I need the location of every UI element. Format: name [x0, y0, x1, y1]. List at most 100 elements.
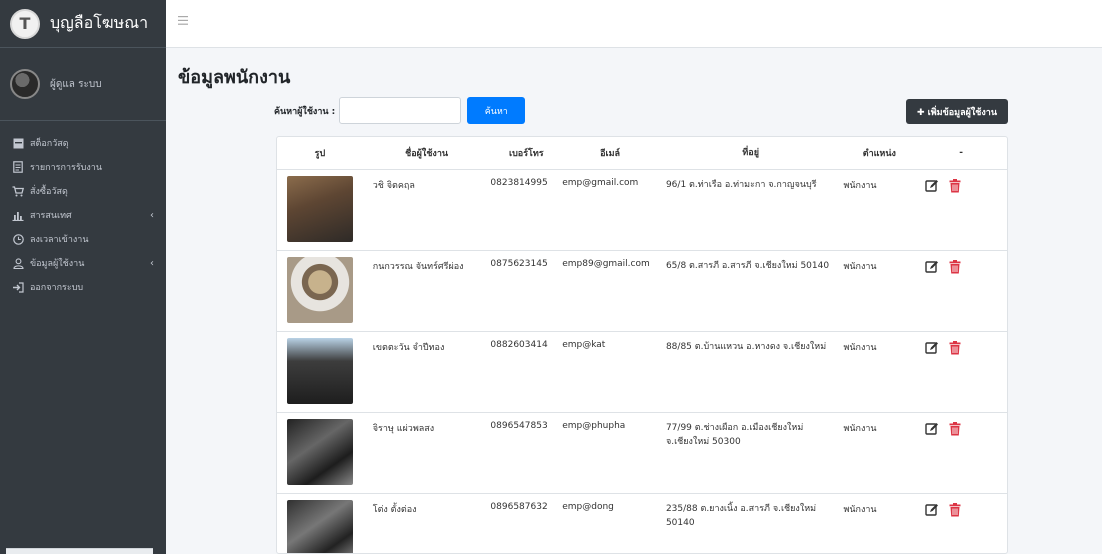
- employee-email: emp@kat: [562, 340, 606, 350]
- edit-icon[interactable]: [925, 502, 939, 520]
- chart-icon: [12, 209, 24, 221]
- table-row: เขตตะวัน จำปีทอง 0882603414 emp@kat 88/8…: [277, 332, 1007, 413]
- employee-email: emp89@gmail.com: [562, 259, 650, 269]
- employee-photo-cell: [277, 413, 363, 493]
- employee-photo-cell: [277, 170, 363, 250]
- employee-address: 96/1 ต.ท่าเรือ อ.ท่ามะกา จ.กาญจนบุรี: [665, 180, 817, 190]
- employee-email: emp@phupha: [562, 421, 626, 431]
- trash-icon[interactable]: [939, 178, 961, 196]
- employee-photo-cell: [277, 251, 363, 331]
- box-icon: [12, 137, 24, 149]
- employee-email: emp@gmail.com: [562, 178, 639, 188]
- employee-position: พนักงาน: [843, 424, 877, 434]
- user-icon: [12, 257, 24, 269]
- employee-position: พนักงาน: [843, 181, 877, 191]
- column-header-name: ชื่อผู้ใช้งาน: [405, 149, 449, 159]
- sidebar-item-label: รายการการรับงาน: [30, 163, 102, 173]
- employee-name: วชิ จิตคฤล: [372, 181, 415, 191]
- table-row: โต่ง ตั้งต่อง 0896587632 emp@dong 235/88…: [277, 494, 1007, 553]
- search-button[interactable]: ค้นหา: [467, 97, 526, 124]
- sidebar-item-label: สต็อกวัสดุ: [30, 139, 69, 149]
- user-name: ผู้ดูแล ระบบ: [50, 78, 102, 90]
- document-icon: [12, 161, 24, 173]
- row-actions: [915, 170, 1007, 250]
- employee-email: emp@dong: [562, 502, 614, 512]
- sidebar-item-users[interactable]: ข้อมูลผู้ใช้งาน ‹: [0, 251, 166, 275]
- employee-photo-cell: [277, 494, 363, 553]
- page-title: ข้อมูลพนักงาน: [178, 67, 291, 88]
- sidebar-scrollbar[interactable]: [6, 548, 153, 554]
- sidebar-item-jobs[interactable]: รายการการรับงาน: [0, 155, 166, 179]
- sidebar-item-label: ออกจากระบบ: [30, 283, 84, 293]
- edit-icon[interactable]: [925, 340, 939, 358]
- hamburger-menu-icon[interactable]: [178, 13, 188, 29]
- avatar: [10, 69, 40, 99]
- employee-photo-cell: [277, 332, 363, 412]
- sidebar: T บุญลือโฆษณา ผู้ดูแล ระบบ สต็อกวัสดุ รา…: [0, 0, 166, 554]
- employee-address: 88/85 ต.บ้านแหวน อ.หางดง จ.เชียงใหม่: [665, 342, 827, 352]
- trash-icon[interactable]: [939, 502, 961, 520]
- sidebar-item-label: สารสนเทศ: [30, 211, 72, 221]
- sidebar-item-clockin[interactable]: ลงเวลาเข้างาน: [0, 227, 166, 251]
- employee-photo: [286, 257, 353, 323]
- employee-photo: [286, 338, 353, 404]
- cart-icon: [12, 185, 24, 197]
- employee-name: โต่ง ตั้งต่อง: [372, 505, 417, 515]
- search-label: ค้นหาผู้ใช้งาน :: [274, 106, 336, 117]
- sidebar-nav: สต็อกวัสดุ รายการการรับงาน สั่งซื้อวัสดุ…: [0, 131, 166, 299]
- edit-icon[interactable]: [925, 421, 939, 439]
- employee-phone: 0896587632: [490, 502, 548, 512]
- chevron-left-icon: ‹: [150, 209, 154, 221]
- column-header-phone: เบอร์โทร: [509, 149, 544, 159]
- sidebar-item-info[interactable]: สารสนเทศ ‹: [0, 203, 166, 227]
- employee-phone: 0875623145: [490, 259, 548, 269]
- sidebar-item-order[interactable]: สั่งซื้อวัสดุ: [0, 179, 166, 203]
- clock-icon: [12, 233, 24, 245]
- column-header-position: ตำแหน่ง: [862, 149, 896, 159]
- employee-photo: [286, 176, 353, 242]
- employee-position: พนักงาน: [843, 505, 877, 515]
- row-actions: [915, 413, 1007, 493]
- sidebar-item-logout[interactable]: ออกจากระบบ: [0, 275, 166, 299]
- sidebar-item-label: สั่งซื้อวัสดุ: [30, 187, 68, 197]
- employee-address: 235/88 ต.ยางเนิ้ง อ.สารภี จ.เชียงใหม่ 50…: [665, 504, 817, 528]
- column-header-photo: รูป: [314, 149, 326, 159]
- employee-photo: [286, 500, 353, 553]
- employee-phone: 0823814995: [490, 178, 548, 188]
- table-header: รูป ชื่อผู้ใช้งาน เบอร์โทร อีเมล์ ที่อยู…: [277, 137, 1007, 170]
- employee-photo: [286, 419, 353, 485]
- brand-title: บุญลือโฆษณา: [50, 13, 149, 32]
- column-header-actions: -: [959, 148, 963, 158]
- column-header-address: ที่อยู่: [742, 148, 759, 158]
- row-actions: [915, 251, 1007, 331]
- brand-logo-icon: T: [10, 8, 40, 39]
- column-header-email: อีเมล์: [600, 149, 621, 159]
- search-input[interactable]: [339, 97, 462, 124]
- employee-address: 65/8 ต.สารภี อ.สารภี จ.เชียงใหม่ 50140: [665, 261, 830, 271]
- employee-address: 77/99 ต.ช่างเผือก อ.เมืองเชียงใหม่ จ.เชี…: [665, 423, 804, 447]
- row-actions: [915, 332, 1007, 412]
- edit-icon[interactable]: [925, 178, 939, 196]
- chevron-left-icon: ‹: [150, 257, 154, 269]
- brand[interactable]: T บุญลือโฆษณา: [0, 0, 166, 48]
- user-panel[interactable]: ผู้ดูแล ระบบ: [0, 48, 166, 121]
- sidebar-item-stock[interactable]: สต็อกวัสดุ: [0, 131, 166, 155]
- top-navbar: [166, 0, 1102, 48]
- employee-position: พนักงาน: [843, 262, 877, 272]
- table-row: กนกวรรณ จันทร์ศรีผ่อง 0875623145 emp89@g…: [277, 251, 1007, 332]
- row-actions: [915, 494, 1007, 553]
- employee-phone: 0882603414: [490, 340, 548, 350]
- sidebar-item-label: ข้อมูลผู้ใช้งาน: [30, 259, 85, 269]
- table-row: วชิ จิตคฤล 0823814995 emp@gmail.com 96/1…: [277, 170, 1007, 251]
- add-user-button[interactable]: ✚ เพิ่มข้อมูลผู้ใช้งาน: [906, 99, 1008, 124]
- trash-icon[interactable]: [939, 340, 961, 358]
- employee-name: เขตตะวัน จำปีทอง: [372, 343, 445, 353]
- trash-icon[interactable]: [939, 421, 961, 439]
- edit-icon[interactable]: [925, 259, 939, 277]
- logout-icon: [12, 281, 24, 293]
- trash-icon[interactable]: [939, 259, 961, 277]
- employee-name: กนกวรรณ จันทร์ศรีผ่อง: [372, 262, 464, 272]
- employee-table: รูป ชื่อผู้ใช้งาน เบอร์โทร อีเมล์ ที่อยู…: [276, 136, 1008, 554]
- table-row: จิราษุ แผ่วพลสง 0896547853 emp@phupha 77…: [277, 413, 1007, 494]
- employee-name: จิราษุ แผ่วพลสง: [372, 424, 435, 434]
